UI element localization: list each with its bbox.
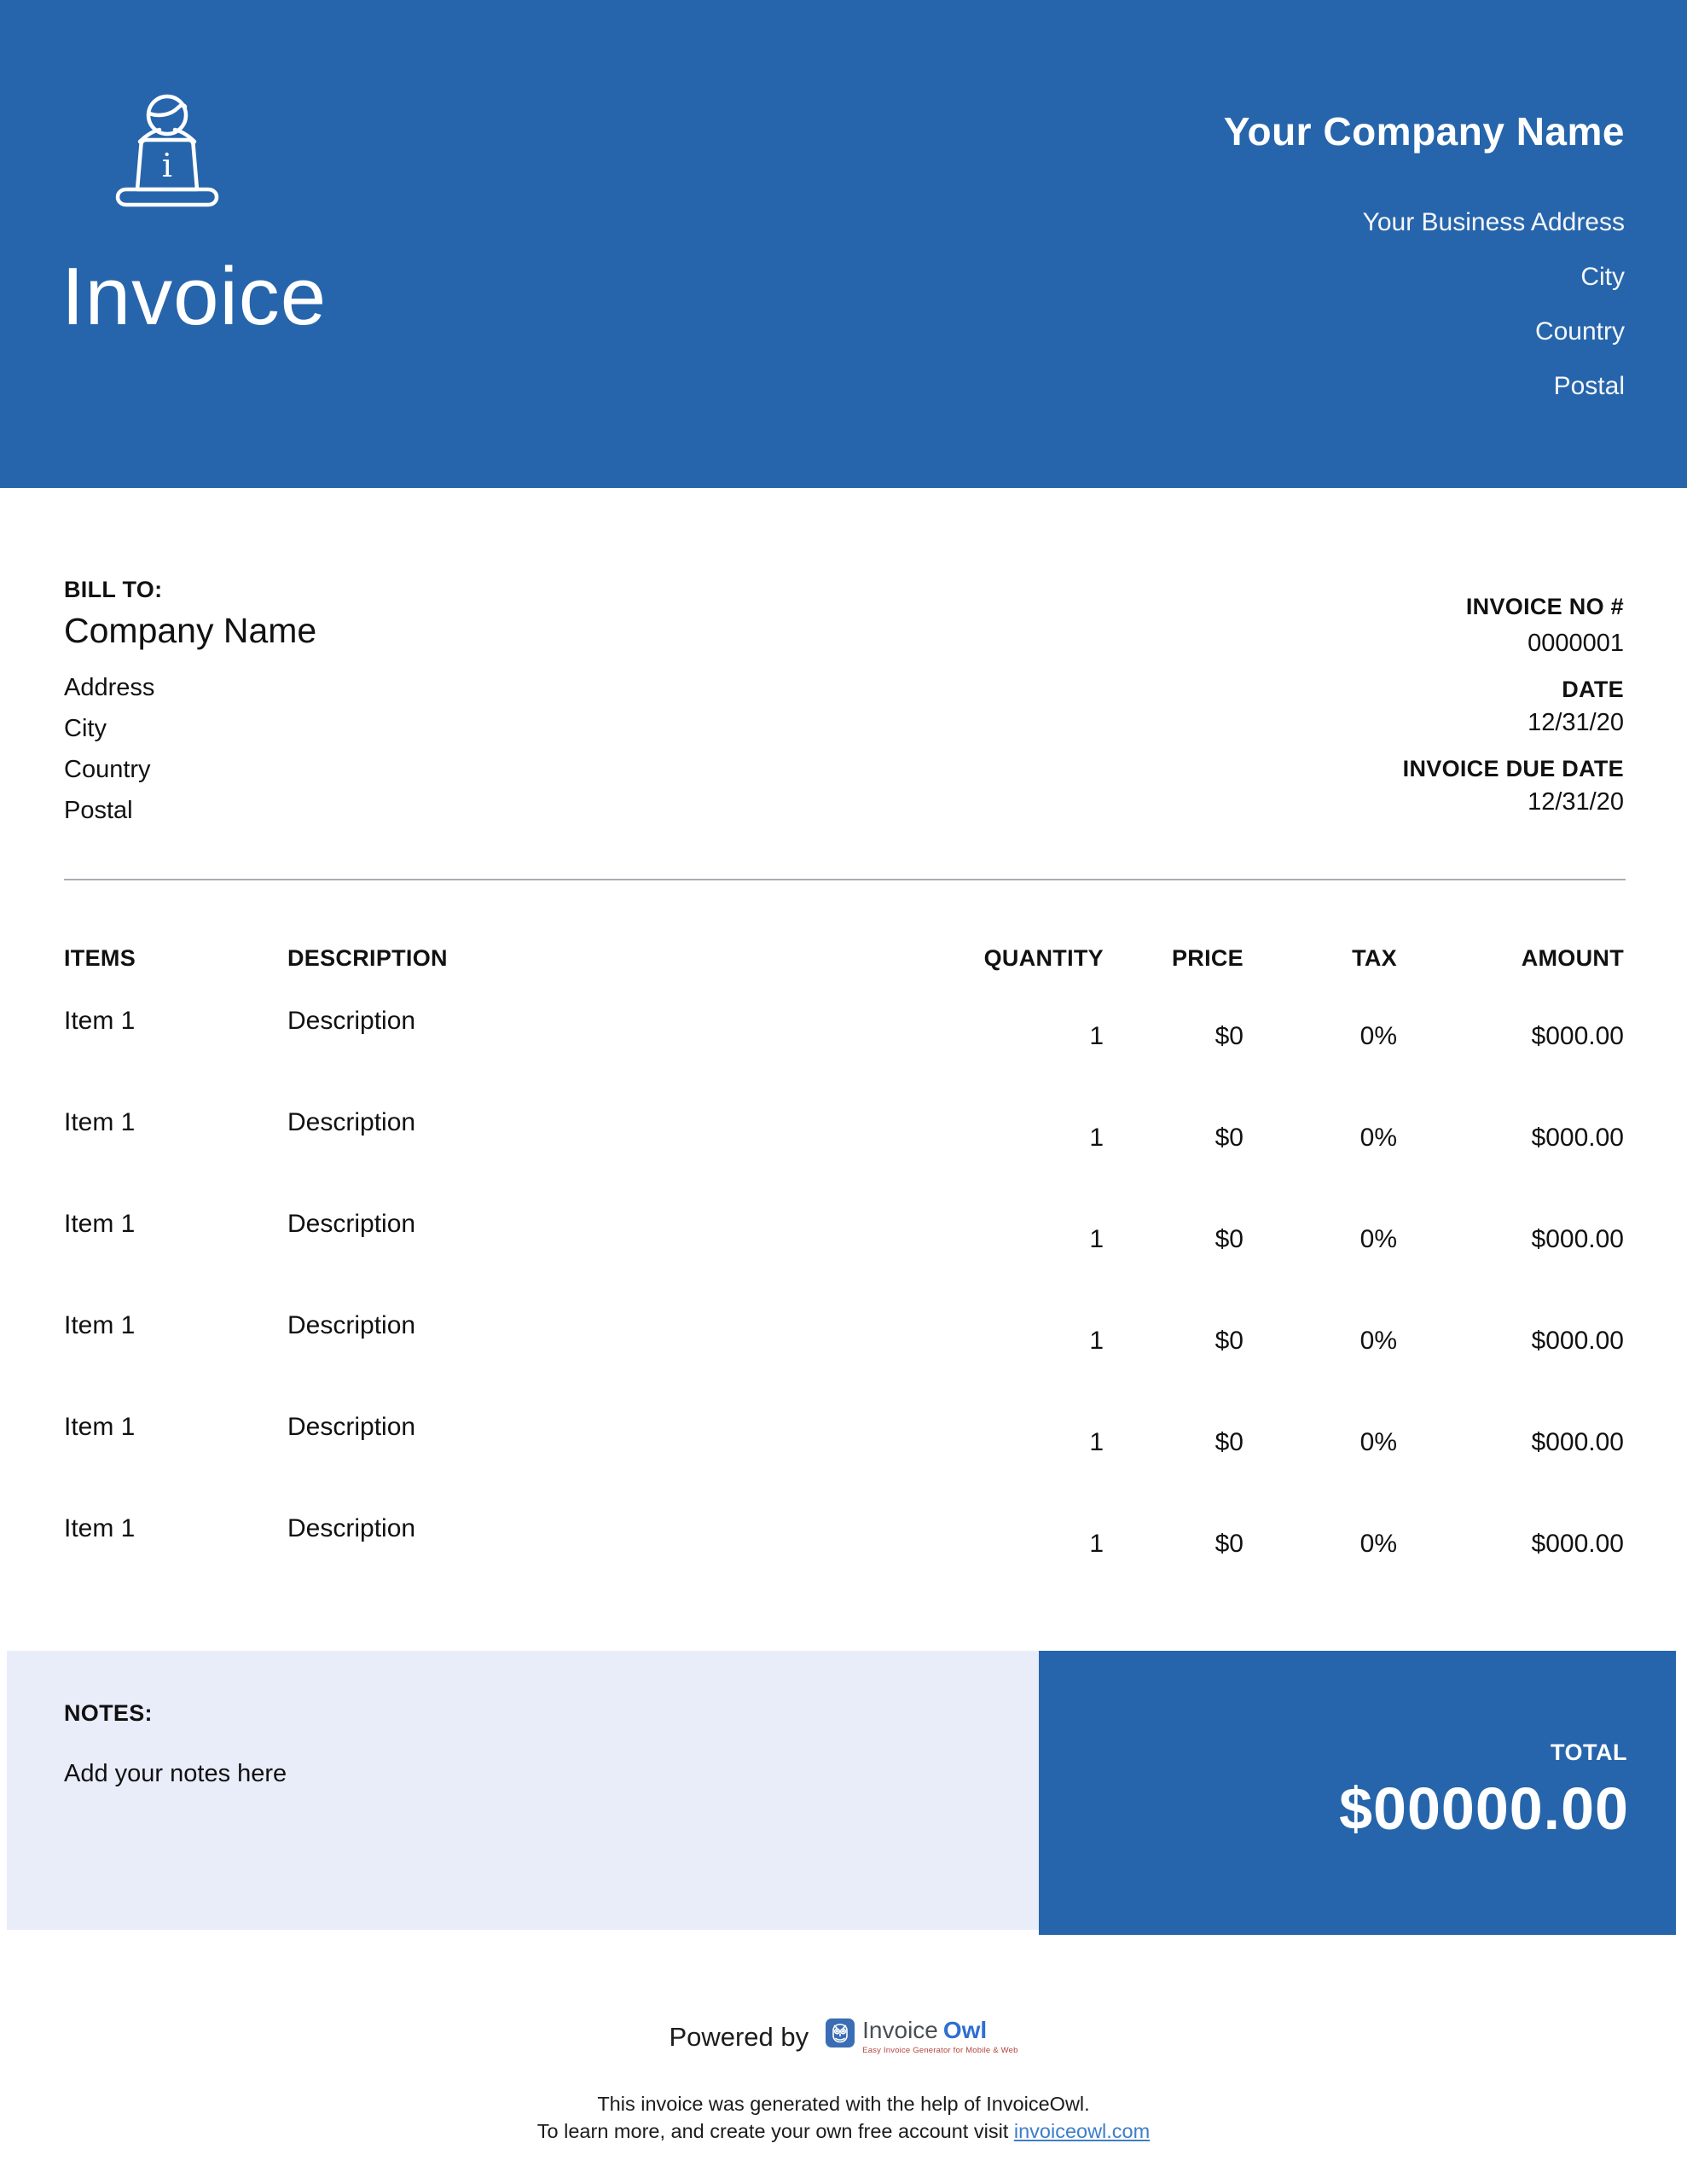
table-row: Item 1 Description 1 $0 0% $000.00 [64, 1007, 1624, 1108]
tax-cell: 0% [1359, 1022, 1397, 1050]
powered-by-text: Powered by [669, 2021, 809, 2052]
invoice-page: i Invoice Your Company Name Your Busines… [0, 0, 1687, 2184]
logo-tagline: Easy Invoice Generator for Mobile & Web [862, 2046, 1018, 2055]
bill-to-address-line: City [64, 715, 107, 743]
item-cell: Item 1 [64, 1311, 136, 1339]
tax-cell: 0% [1359, 1428, 1397, 1456]
notes-label: NOTES: [64, 1700, 153, 1726]
table-row: Item 1 Description 1 $0 0% $000.00 [64, 1210, 1624, 1311]
table-row: Item 1 Description 1 $0 0% $000.00 [64, 1514, 1624, 1616]
due-date-value: 12/31/20 [1528, 788, 1624, 816]
item-cell: Item 1 [64, 1108, 136, 1136]
company-name: Your Company Name [1223, 109, 1625, 154]
description-cell: Description [287, 1210, 416, 1238]
price-cell: $0 [1215, 1022, 1244, 1050]
svg-text:i: i [162, 147, 172, 184]
price-cell: $0 [1215, 1225, 1244, 1253]
company-address: Your Business Address City Country Posta… [1224, 195, 1625, 414]
invoice-no-value: 0000001 [1528, 630, 1624, 657]
quantity-cell: 1 [1089, 1428, 1104, 1456]
quantity-cell: 1 [1089, 1124, 1104, 1152]
description-cell: Description [287, 1413, 416, 1441]
footer-fineprint: This invoice was generated with the help… [0, 2090, 1687, 2145]
amount-cell: $000.00 [1531, 1225, 1624, 1253]
invoice-meta-section: INVOICE NO # 0000001 DATE 12/31/20 INVOI… [1403, 595, 1624, 815]
amount-cell: $000.00 [1531, 1022, 1624, 1050]
price-cell: $0 [1215, 1124, 1244, 1152]
description-cell: Description [287, 1514, 416, 1542]
invoiceowl-link[interactable]: invoiceowl.com [1014, 2120, 1150, 2142]
logo-text-owl: Owl [942, 2017, 988, 2043]
total-amount: $00000.00 [1339, 1775, 1629, 1842]
due-date-label: INVOICE DUE DATE [1402, 756, 1624, 781]
tax-cell: 0% [1359, 1124, 1397, 1152]
bill-to-address-line: Country [64, 756, 151, 784]
amount-cell: $000.00 [1531, 1428, 1624, 1456]
description-cell: Description [287, 1007, 416, 1035]
amount-cell: $000.00 [1531, 1530, 1624, 1558]
section-divider [64, 879, 1626, 880]
fineprint-line2-text: To learn more, and create your own free … [536, 2120, 1014, 2142]
fineprint-line1: This invoice was generated with the help… [597, 2093, 1090, 2115]
bill-to-address-line: Address [64, 674, 155, 702]
company-address-line: Your Business Address [1362, 207, 1625, 236]
logo-text-invoice: Invoice [862, 2017, 938, 2043]
item-cell: Item 1 [64, 1413, 136, 1441]
table-header-row: ITEMS DESCRIPTION QUANTITY PRICE TAX AMO… [64, 947, 1624, 970]
quantity-cell: 1 [1089, 1530, 1104, 1558]
price-cell: $0 [1215, 1327, 1244, 1355]
tax-cell: 0% [1359, 1530, 1397, 1558]
invoiceowl-logo: Invoice Owl Easy Invoice Generator for M… [826, 2018, 1017, 2055]
amount-cell: $000.00 [1531, 1327, 1624, 1355]
invoice-no-label: INVOICE NO # [1465, 594, 1624, 619]
column-header-quantity: QUANTITY [983, 945, 1104, 971]
price-cell: $0 [1215, 1428, 1244, 1456]
fineprint-line2: To learn more, and create your own free … [0, 2117, 1687, 2145]
company-address-line: City [1580, 262, 1625, 291]
company-address-line: Postal [1553, 371, 1625, 400]
company-block: Your Company Name Your Business Address … [1224, 109, 1625, 414]
table-row: Item 1 Description 1 $0 0% $000.00 [64, 1413, 1624, 1514]
header-band: i Invoice Your Company Name Your Busines… [0, 0, 1687, 488]
description-cell: Description [287, 1108, 416, 1136]
total-label: TOTAL [1551, 1740, 1627, 1765]
total-box: TOTAL $00000.00 [1039, 1651, 1676, 1935]
table-row: Item 1 Description 1 $0 0% $000.00 [64, 1311, 1624, 1413]
column-header-items: ITEMS [64, 945, 136, 971]
price-cell: $0 [1215, 1530, 1244, 1558]
notes-panel: NOTES: Add your notes here [7, 1651, 1039, 1930]
column-header-tax: TAX [1352, 945, 1397, 971]
powered-by-row: Powered by Invoice Owl Easy Invoice Gene… [0, 2018, 1687, 2056]
bill-to-address-line: Postal [64, 797, 133, 825]
column-header-price: PRICE [1171, 945, 1244, 971]
table-body: Item 1 Description 1 $0 0% $000.00 Item … [64, 1007, 1624, 1616]
item-cell: Item 1 [64, 1007, 136, 1035]
notes-text: Add your notes here [64, 1760, 287, 1787]
column-header-description: DESCRIPTION [287, 945, 448, 971]
description-cell: Description [287, 1311, 416, 1339]
date-value: 12/31/20 [1528, 709, 1624, 736]
item-cell: Item 1 [64, 1210, 136, 1238]
logo-text-block: Invoice Owl Easy Invoice Generator for M… [862, 2017, 1018, 2056]
quantity-cell: 1 [1089, 1225, 1104, 1253]
item-cell: Item 1 [64, 1514, 136, 1542]
table-row: Item 1 Description 1 $0 0% $000.00 [64, 1108, 1624, 1210]
quantity-cell: 1 [1089, 1022, 1104, 1050]
person-at-laptop-icon: i [115, 94, 219, 207]
company-address-line: Country [1534, 317, 1625, 346]
document-title: Invoice [61, 251, 328, 342]
bill-to-label: BILL TO: [64, 577, 163, 602]
items-table: ITEMS DESCRIPTION QUANTITY PRICE TAX AMO… [64, 947, 1624, 1616]
bill-to-address: Address City Country Postal [64, 667, 316, 831]
date-label: DATE [1562, 677, 1624, 702]
bill-to-company: Company Name [64, 611, 317, 650]
quantity-cell: 1 [1089, 1327, 1104, 1355]
owl-icon [826, 2018, 855, 2048]
bill-to-section: BILL TO: Company Name Address City Count… [64, 577, 316, 831]
tax-cell: 0% [1359, 1327, 1397, 1355]
column-header-amount: AMOUNT [1521, 945, 1624, 971]
amount-cell: $000.00 [1531, 1124, 1624, 1152]
tax-cell: 0% [1359, 1225, 1397, 1253]
